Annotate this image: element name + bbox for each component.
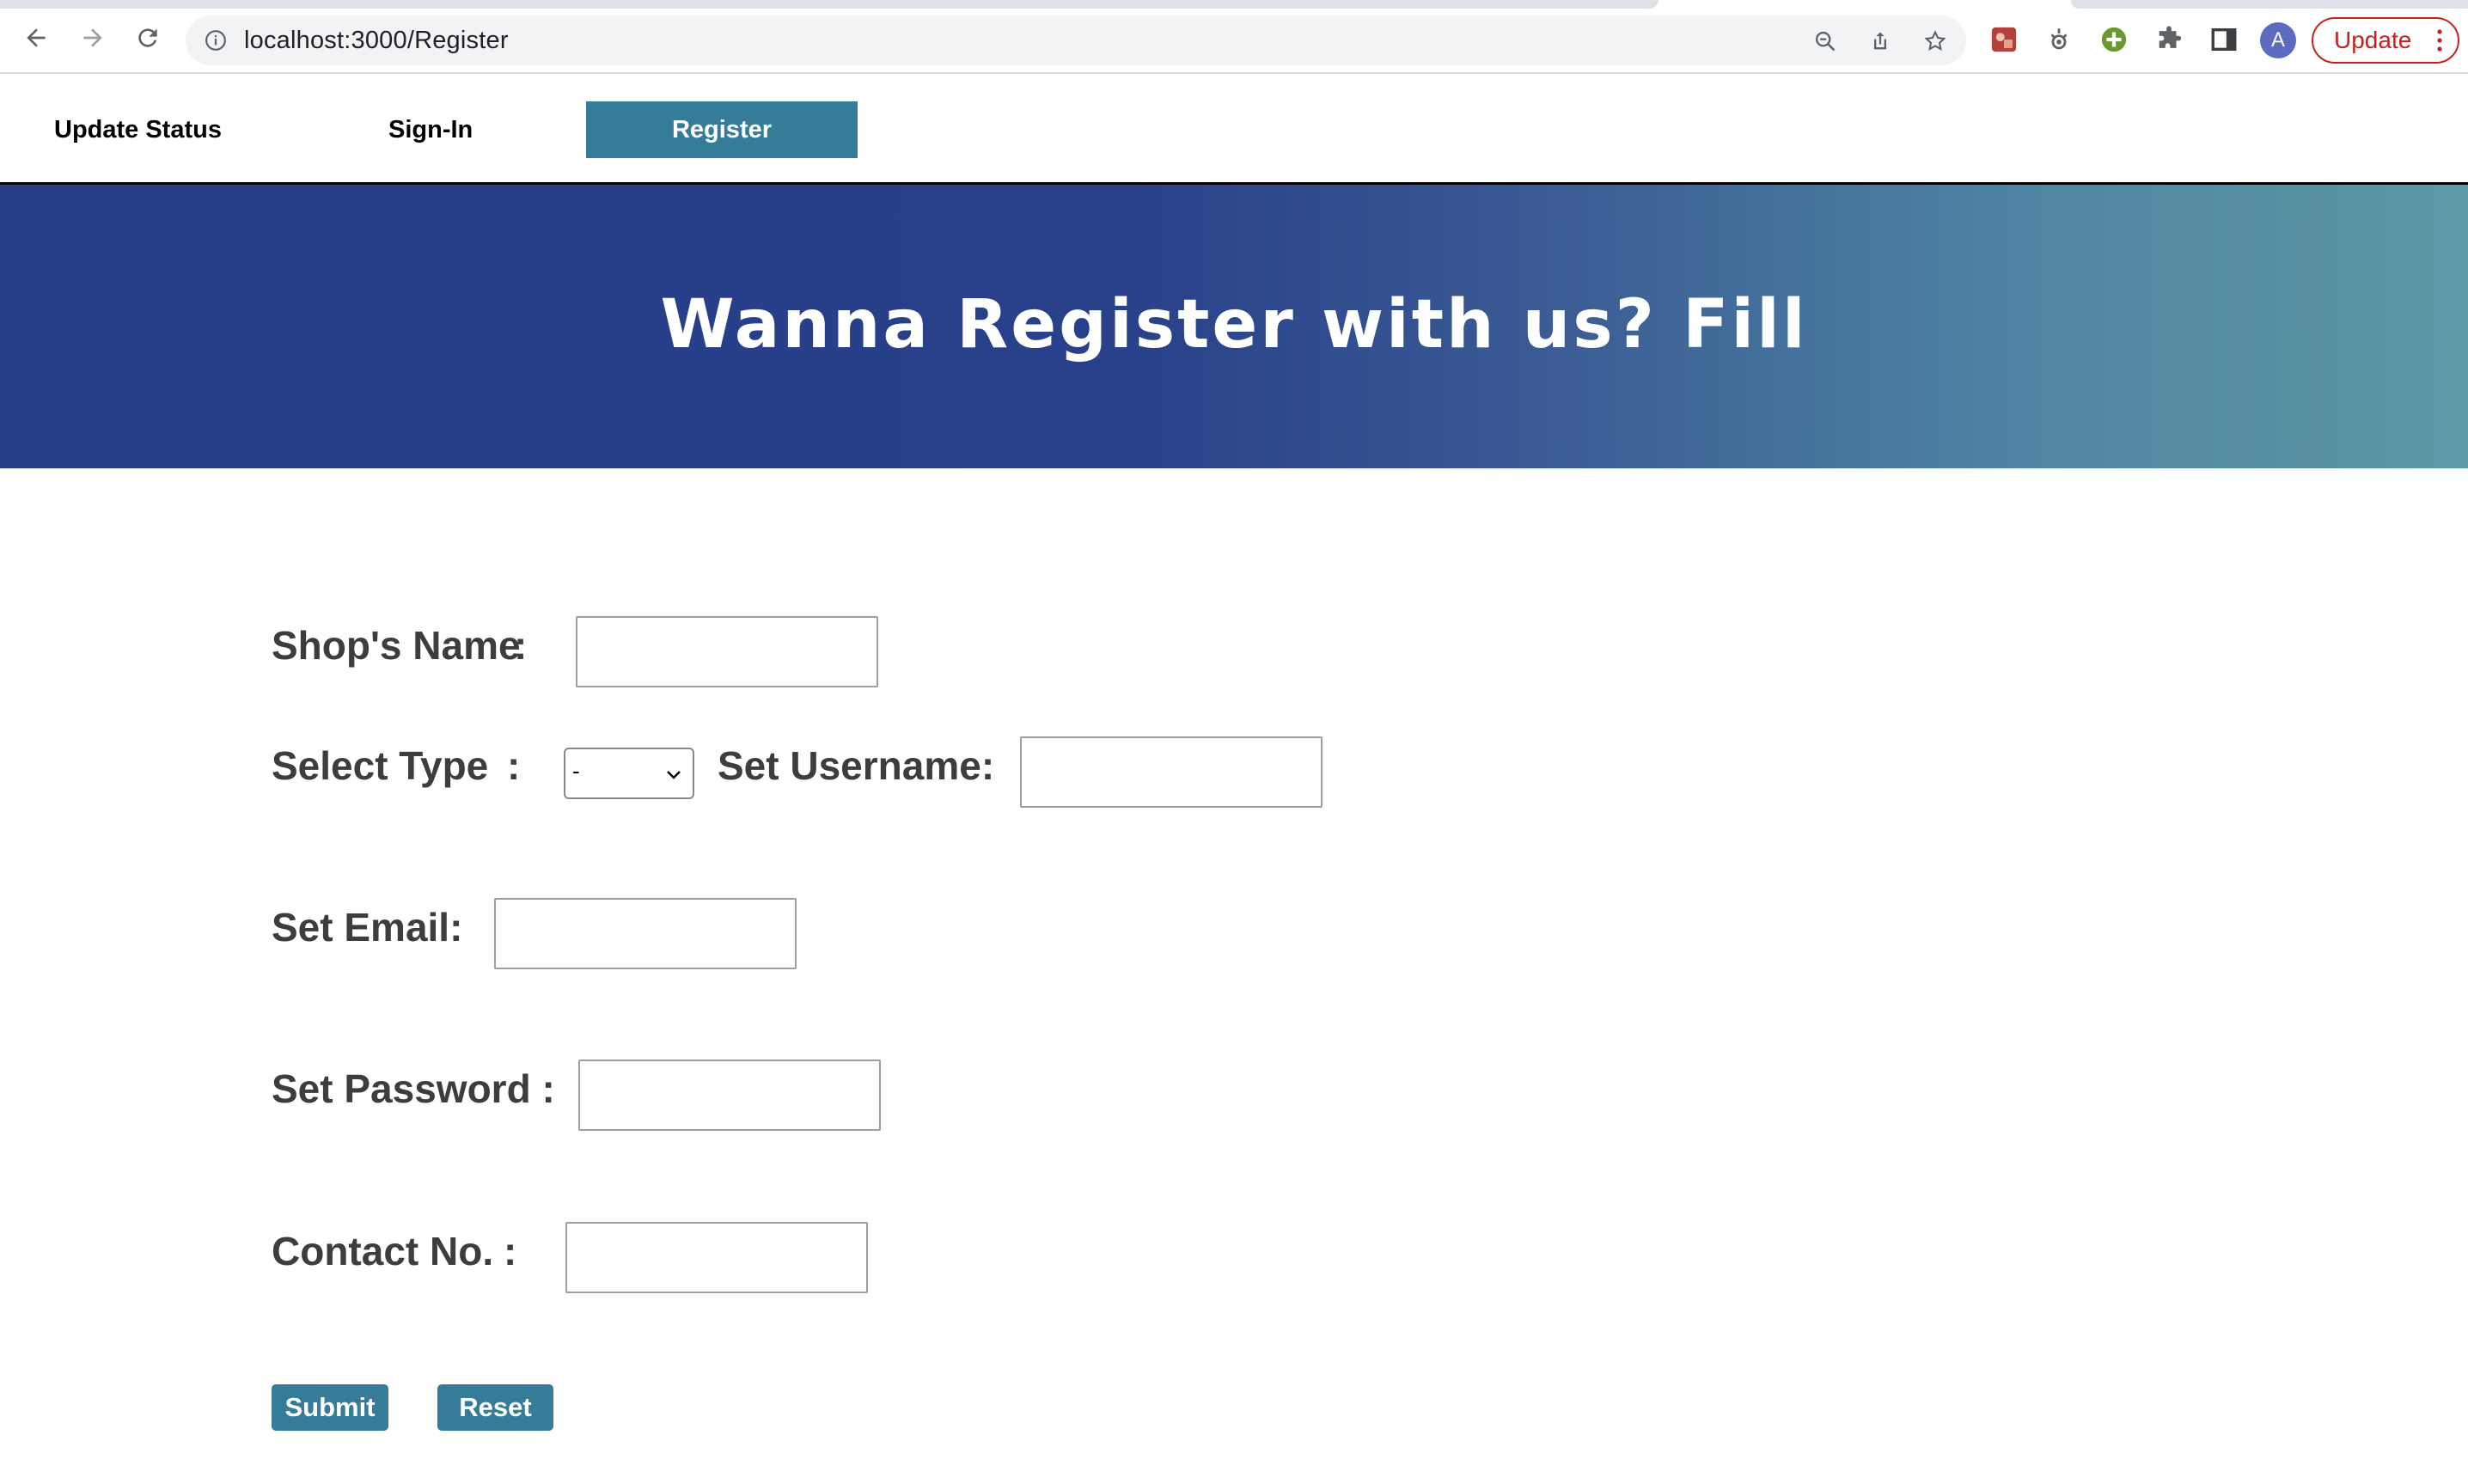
hero-banner: Wanna Register with us? Fill [0,185,2468,468]
menu-dots-icon[interactable] [2437,29,2442,52]
back-icon[interactable] [17,19,55,57]
url-text[interactable]: localhost:3000/Register [244,15,509,65]
shop-name-label: Shop's Name [272,623,521,668]
tab-strip [0,0,1659,9]
update-label: Update [2334,27,2412,53]
shop-name-colon: : [514,623,528,668]
contact-label: Contact No. [272,1229,494,1273]
select-type-colon: : [507,743,521,788]
type-select-value: - [572,758,580,784]
tab-strip [2071,0,2468,9]
nav-update-status[interactable]: Update Status [54,101,222,158]
extension-icon[interactable] [1988,24,2019,55]
username-label: Set Username: [718,743,995,788]
zoom-icon[interactable] [1813,29,1837,53]
avatar[interactable]: A [2260,22,2296,58]
extension-icon[interactable] [2043,24,2074,55]
contact-colon: : [504,1229,517,1273]
address-bar[interactable]: localhost:3000/Register [186,15,1966,65]
shop-name-input[interactable] [576,616,878,687]
share-icon[interactable] [1868,29,1892,53]
puzzle-icon[interactable] [2153,24,2184,55]
extension-icon[interactable] [2098,24,2129,55]
reset-button[interactable]: Reset [437,1384,553,1431]
side-panel-icon[interactable] [2208,24,2239,55]
bookmark-star-icon[interactable] [1923,29,1947,53]
nav-register[interactable]: Register [586,101,858,158]
select-type-label: Select Type [272,743,489,788]
chevron-down-icon [667,771,681,779]
forward-icon[interactable] [74,19,112,57]
contact-input[interactable] [565,1222,868,1293]
nav-sign-in[interactable]: Sign-In [388,101,473,158]
email-input[interactable] [494,898,797,969]
username-input[interactable] [1020,736,1323,808]
password-input[interactable] [578,1060,881,1131]
reload-icon[interactable] [129,19,167,57]
type-select[interactable]: - [564,748,694,799]
site-info-icon[interactable] [205,29,227,52]
password-label: Set Password : [272,1066,555,1111]
email-label: Set Email: [272,905,463,950]
browser-update-button[interactable]: Update [2312,17,2459,64]
browser-toolbar: localhost:3000/Register A Update [0,0,2468,74]
app-navbar: Update Status Sign-In Register [0,74,2468,185]
page-title: Wanna Register with us? Fill [660,286,1808,363]
submit-button[interactable]: Submit [272,1384,388,1431]
